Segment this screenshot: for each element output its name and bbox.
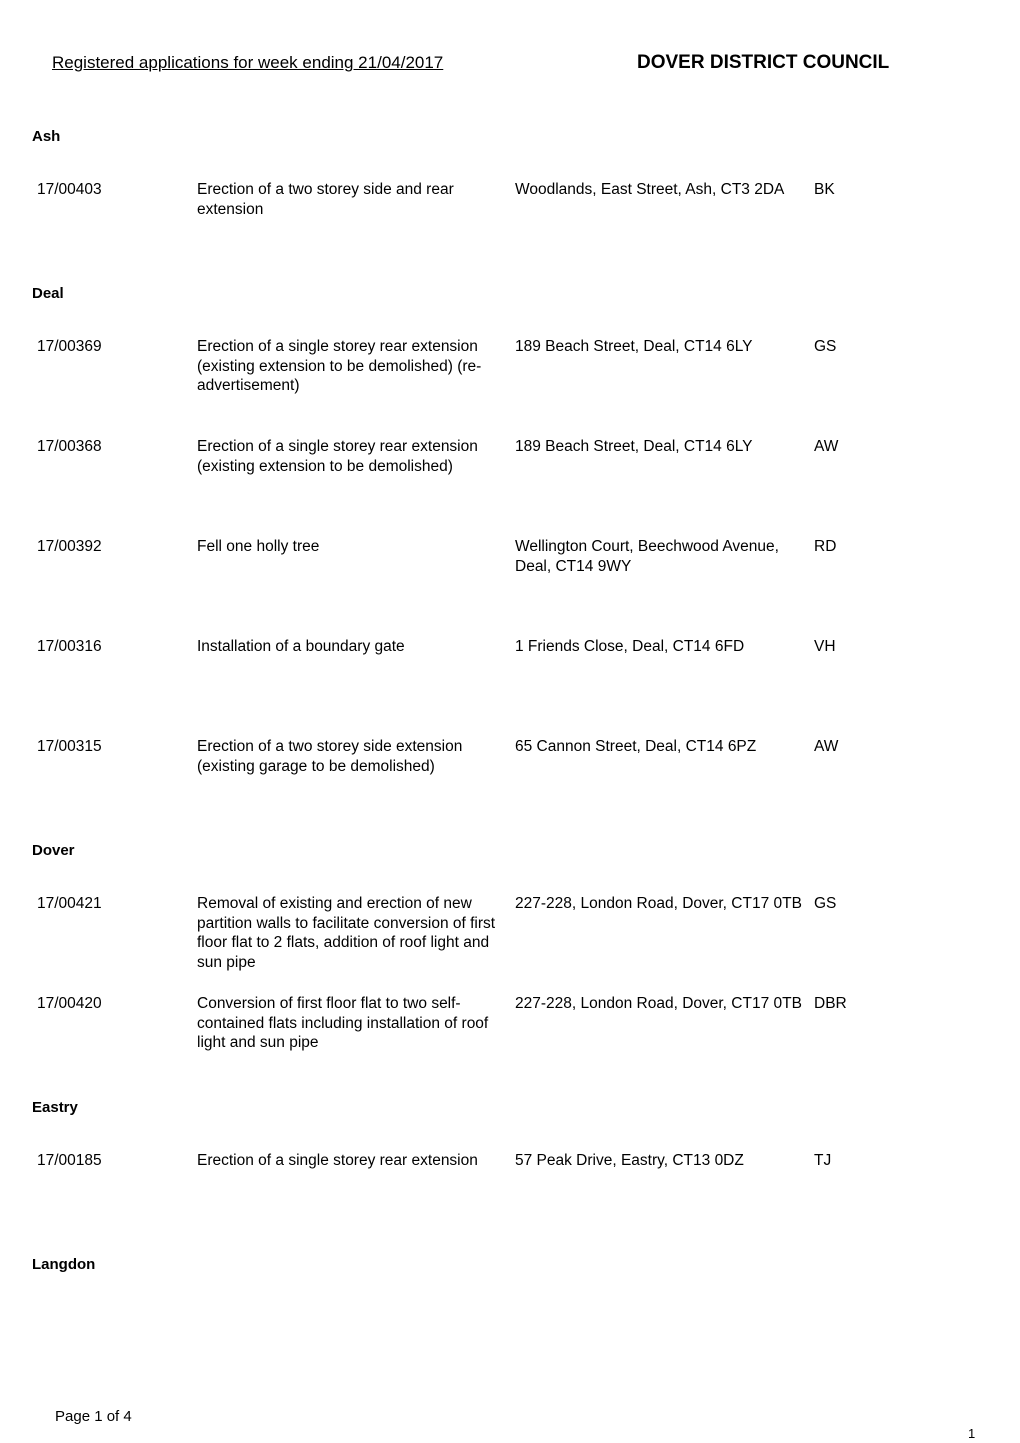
- application-address: Woodlands, East Street, Ash, CT3 2DA: [515, 181, 785, 198]
- section-heading: Langdon: [32, 1256, 96, 1273]
- page-number: 1: [968, 1426, 976, 1441]
- application-officer: TJ: [814, 1152, 832, 1169]
- application-address: Wellington Court, Beechwood Avenue, Deal…: [515, 538, 779, 575]
- application-ref: 17/00420: [37, 995, 102, 1012]
- application-address: 227-228, London Road, Dover, CT17 0TB: [515, 995, 802, 1012]
- application-ref: 17/00316: [37, 638, 102, 655]
- application-ref: 17/00403: [37, 181, 102, 198]
- application-officer: AW: [814, 738, 839, 755]
- application-ref: 17/00368: [37, 438, 102, 455]
- application-description: Fell one holly tree: [197, 538, 320, 555]
- application-address: 65 Cannon Street, Deal, CT14 6PZ: [515, 738, 757, 755]
- document-page: Registered applications for week ending …: [0, 0, 1020, 1443]
- application-ref: 17/00185: [37, 1152, 102, 1169]
- application-address: 1 Friends Close, Deal, CT14 6FD: [515, 638, 745, 655]
- application-description: Erection of a single storey rear extensi…: [197, 438, 478, 475]
- page-label: Page 1 of 4: [55, 1408, 132, 1425]
- application-ref: 17/00392: [37, 538, 102, 555]
- application-officer: DBR: [814, 995, 847, 1012]
- application-description: Removal of existing and erection of new …: [197, 895, 496, 971]
- section-heading: Ash: [32, 128, 61, 145]
- section-heading: Eastry: [32, 1099, 78, 1116]
- application-ref: 17/00315: [37, 738, 102, 755]
- application-officer: AW: [814, 438, 839, 455]
- application-officer: GS: [814, 895, 837, 912]
- section-heading: Dover: [32, 842, 75, 859]
- application-description: Erection of a two storey side and rear e…: [197, 181, 454, 218]
- application-description: Erection of a single storey rear extensi…: [197, 1152, 478, 1169]
- application-description: Erection of a single storey rear extensi…: [197, 338, 482, 395]
- application-address: 57 Peak Drive, Eastry, CT13 0DZ: [515, 1152, 744, 1169]
- section-heading: Deal: [32, 285, 64, 302]
- application-address: 189 Beach Street, Deal, CT14 6LY: [515, 338, 753, 355]
- application-officer: VH: [814, 638, 836, 655]
- application-ref: 17/00369: [37, 338, 102, 355]
- application-ref: 17/00421: [37, 895, 102, 912]
- application-address: 227-228, London Road, Dover, CT17 0TB: [515, 895, 802, 912]
- application-officer: RD: [814, 538, 837, 555]
- application-officer: GS: [814, 338, 837, 355]
- application-description: Installation of a boundary gate: [197, 638, 405, 655]
- application-address: 189 Beach Street, Deal, CT14 6LY: [515, 438, 753, 455]
- council-name: DOVER DISTRICT COUNCIL: [637, 52, 890, 73]
- application-officer: BK: [814, 181, 835, 198]
- application-description: Erection of a two storey side extension …: [197, 738, 463, 775]
- application-description: Conversion of first floor flat to two se…: [197, 995, 489, 1052]
- report-title: Registered applications for week ending …: [52, 53, 444, 72]
